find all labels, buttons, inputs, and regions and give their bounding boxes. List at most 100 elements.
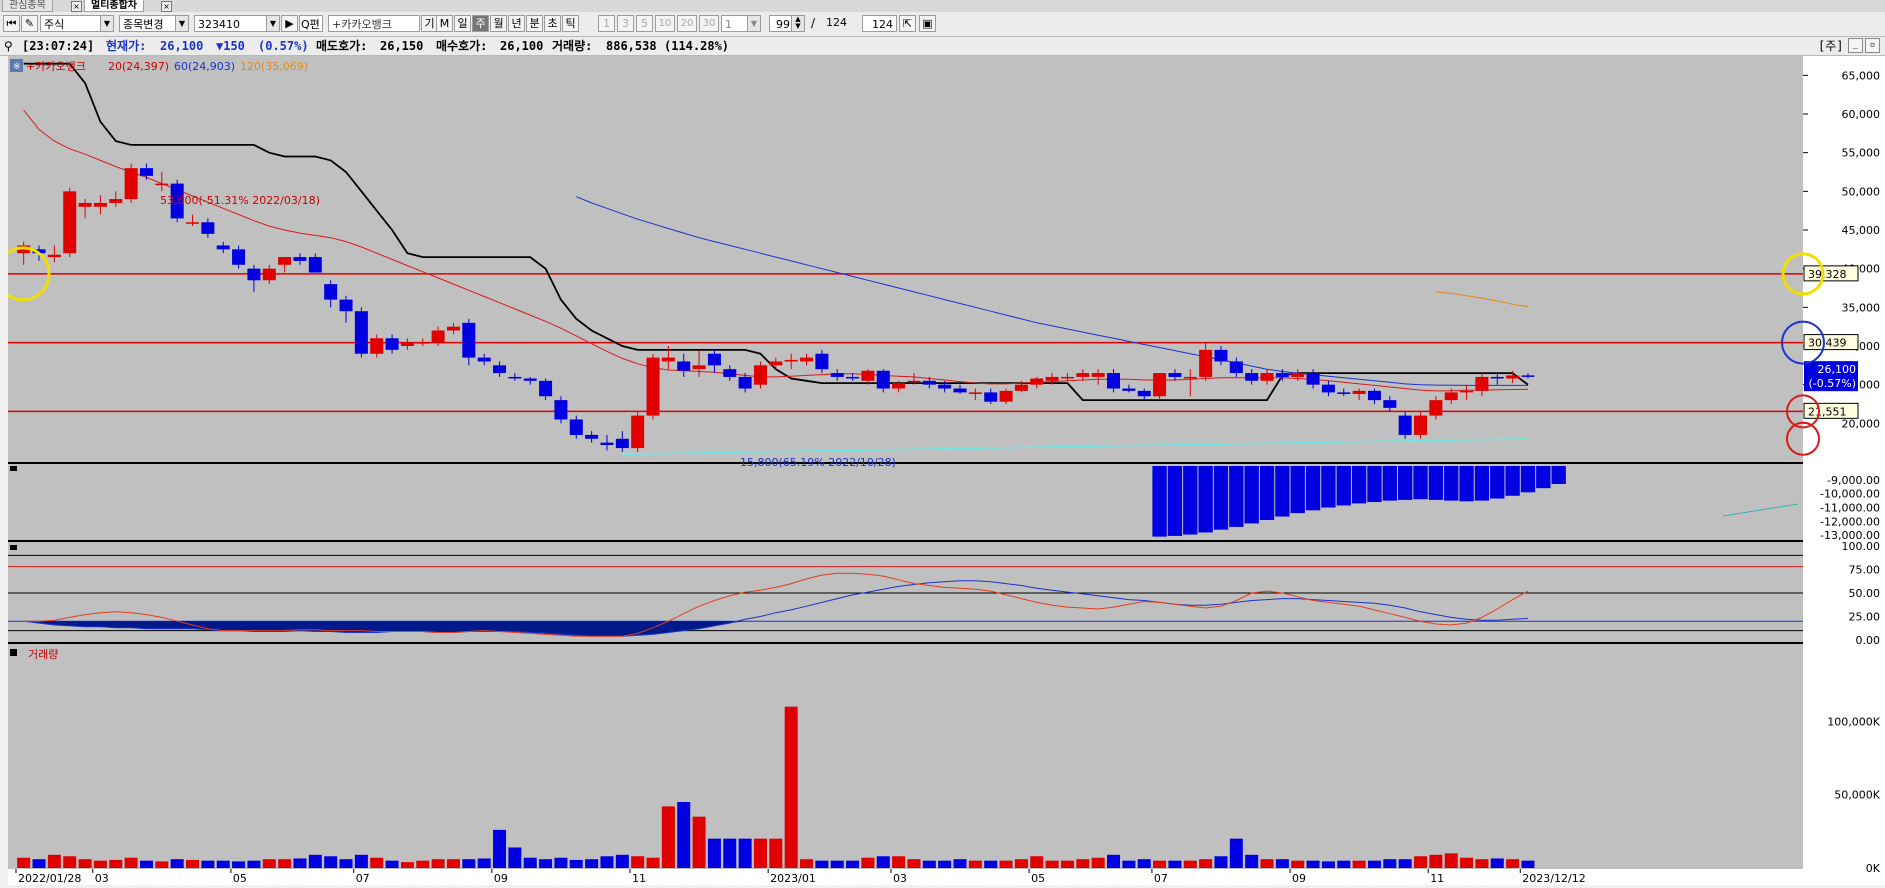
- tab-watchlist[interactable]: 관심종목: [2, 0, 53, 12]
- candle: [1490, 376, 1504, 379]
- volume-bar: [769, 838, 783, 868]
- market-select[interactable]: 주식 ▼: [40, 15, 114, 32]
- indicator-bar: [1444, 466, 1459, 501]
- candle: [1337, 392, 1351, 394]
- candle: [738, 376, 752, 389]
- candle: [1275, 373, 1289, 377]
- volume-bar: [738, 838, 752, 868]
- volume-bar: [1199, 859, 1213, 868]
- candle: [1107, 373, 1121, 389]
- change-stock-select[interactable]: 종목변경 ▼: [119, 15, 189, 32]
- close-icon[interactable]: ×: [161, 1, 172, 12]
- chart-type-label[interactable]: [주]: [1818, 37, 1844, 55]
- candle: [1306, 373, 1320, 385]
- candle: [1367, 390, 1381, 401]
- volume-bar: [431, 859, 445, 868]
- interval-20[interactable]: 20: [677, 15, 697, 32]
- period-tick[interactable]: 틱: [562, 15, 579, 32]
- interval-3[interactable]: 3: [617, 15, 634, 32]
- x-tick-label: 05: [233, 872, 247, 885]
- volume-bar: [324, 856, 338, 868]
- panel-divider: [8, 642, 1803, 644]
- candle: [999, 390, 1013, 402]
- stock-code-input[interactable]: 323410 ▼: [194, 15, 280, 32]
- volume-bar: [523, 857, 537, 868]
- candle: [677, 361, 691, 371]
- pin-icon[interactable]: ✎: [21, 15, 38, 32]
- search-button[interactable]: Q편: [299, 15, 323, 32]
- save-icon[interactable]: ▣: [919, 15, 936, 32]
- volume-bar: [278, 859, 292, 868]
- volume-bar: [1414, 856, 1428, 868]
- volume-bar: [462, 859, 476, 868]
- first-page-icon[interactable]: ⏮: [3, 15, 20, 32]
- period-year[interactable]: 년: [508, 15, 525, 32]
- volume-bar: [232, 861, 246, 868]
- x-tick-label: 07: [356, 872, 370, 885]
- stock-chart[interactable]: 65,00060,00055,00050,00045,00040,00035,0…: [0, 56, 1885, 885]
- volume-bar: [354, 854, 368, 868]
- volume-bar: [661, 806, 675, 868]
- volume-bar: [1076, 859, 1090, 868]
- stepper-icon[interactable]: ▲ ▼: [791, 16, 804, 31]
- interval-1[interactable]: 1: [598, 15, 615, 32]
- m-button[interactable]: M: [436, 15, 453, 32]
- candle: [93, 202, 107, 207]
- stock-name-field[interactable]: +카카오뱅크: [328, 15, 420, 32]
- candle: [339, 299, 353, 312]
- period-second[interactable]: 초: [544, 15, 561, 32]
- candle: [661, 357, 675, 362]
- volume-bar: [753, 838, 767, 868]
- low-annotation: 15,800(65.19% 2022/10/28): [740, 456, 896, 469]
- chart-area[interactable]: 65,000 60,000 55,000 50,000 45,000 40,000 35,0…: [0, 56, 1885, 885]
- panel-handle-icon[interactable]: [10, 466, 17, 471]
- toolbar: ⏮ ✎ 주식 ▼ 종목변경 ▼ 323410 ▼ ▶ Q편 +카카오뱅크 기 M 일 …: [0, 12, 1885, 37]
- volume-bar: [1091, 857, 1105, 868]
- y-tick-label: 45,000: [1842, 224, 1881, 237]
- count-box[interactable]: 124: [862, 15, 897, 32]
- candle: [63, 191, 77, 254]
- price-change-pct: (0.57%): [258, 39, 309, 53]
- export-icon[interactable]: ⇱: [899, 15, 916, 32]
- candle: [846, 376, 860, 379]
- interval-30[interactable]: 30: [699, 15, 719, 32]
- volume-value: 886,538: [606, 39, 657, 53]
- count-input[interactable]: 99 ▲ ▼: [769, 15, 805, 32]
- period-month[interactable]: 월: [490, 15, 507, 32]
- x-tick-label: 2023/12/12: [1522, 872, 1585, 885]
- tab-multi-chart[interactable]: 멀티종합차: [84, 0, 144, 12]
- candle: [707, 353, 721, 366]
- minimize-icon[interactable]: _: [1848, 38, 1863, 53]
- volume-bar: [1275, 859, 1289, 868]
- candle: [600, 442, 614, 445]
- candle: [815, 353, 829, 370]
- indicator-bar: [1336, 466, 1351, 506]
- candle: [892, 383, 906, 389]
- indicator-bar: [1213, 466, 1229, 530]
- interval-10[interactable]: 10: [655, 15, 675, 32]
- play-icon[interactable]: ▶: [281, 15, 298, 32]
- maximize-icon[interactable]: ▫: [1865, 38, 1880, 53]
- volume-bar: [139, 860, 153, 868]
- indicator-bar: [1398, 466, 1413, 500]
- panel-handle-icon[interactable]: [10, 545, 17, 550]
- period-week[interactable]: 주: [472, 15, 489, 32]
- volume-bar: [585, 859, 599, 868]
- period-day[interactable]: 일: [454, 15, 471, 32]
- price-panel-bg: [8, 56, 1803, 462]
- volume-bar: [93, 860, 107, 868]
- candle: [800, 357, 814, 362]
- close-icon[interactable]: ×: [71, 1, 82, 12]
- period-minute[interactable]: 분: [526, 15, 543, 32]
- volume-bar: [815, 860, 829, 868]
- volume-bar: [508, 847, 522, 868]
- ask-label: 매도호가:: [316, 39, 368, 53]
- pin-icon[interactable]: ⚲: [4, 37, 13, 55]
- volume-bar: [800, 859, 814, 868]
- x-tick-label: 07: [1154, 872, 1168, 885]
- interval-5[interactable]: 5: [636, 15, 653, 32]
- panel-handle-icon[interactable]: [10, 649, 17, 656]
- indicator-bar: [1275, 466, 1290, 517]
- legend-ma120: 120(35,069): [240, 60, 308, 73]
- interval-select[interactable]: 1 ▼: [721, 15, 761, 32]
